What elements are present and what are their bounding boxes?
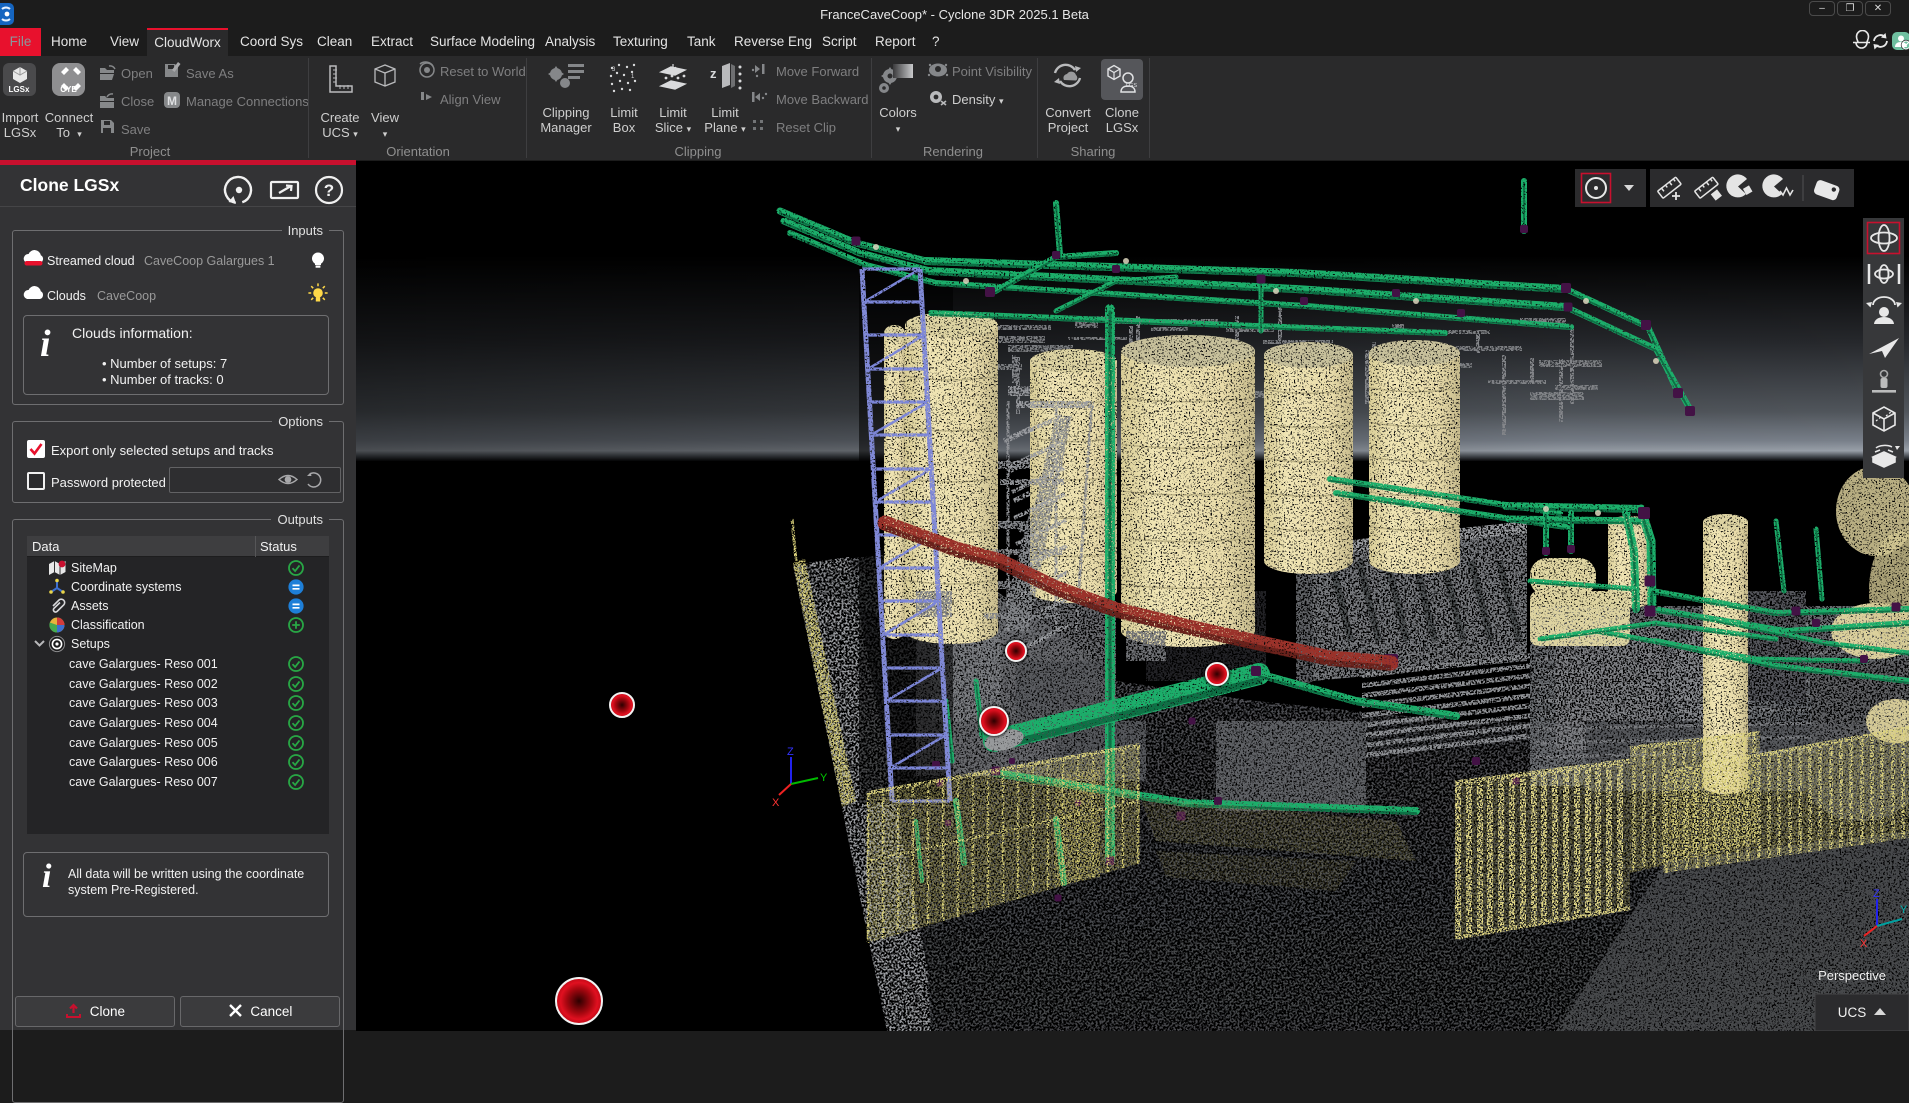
svg-text:Y: Y bbox=[820, 772, 828, 784]
svg-text:Y: Y bbox=[1900, 904, 1908, 916]
svg-text:3: 3 bbox=[612, 67, 616, 73]
svg-text:X: X bbox=[1860, 938, 1868, 950]
svg-text:LGSx: LGSx bbox=[9, 85, 30, 94]
svg-text:M: M bbox=[167, 94, 177, 108]
svg-text:Perspective: Perspective bbox=[1818, 968, 1886, 983]
svg-text:Z: Z bbox=[787, 746, 794, 758]
svg-text:CYE: CYE bbox=[60, 85, 77, 94]
svg-text:UCS: UCS bbox=[1838, 1005, 1867, 1020]
svg-text:?: ? bbox=[324, 181, 334, 200]
svg-text:Z: Z bbox=[1873, 888, 1880, 900]
svg-text:1: 1 bbox=[631, 74, 635, 80]
svg-text:X: X bbox=[772, 797, 780, 809]
svg-text:LGS: LGS bbox=[1126, 83, 1137, 89]
svg-text:z: z bbox=[710, 66, 717, 81]
